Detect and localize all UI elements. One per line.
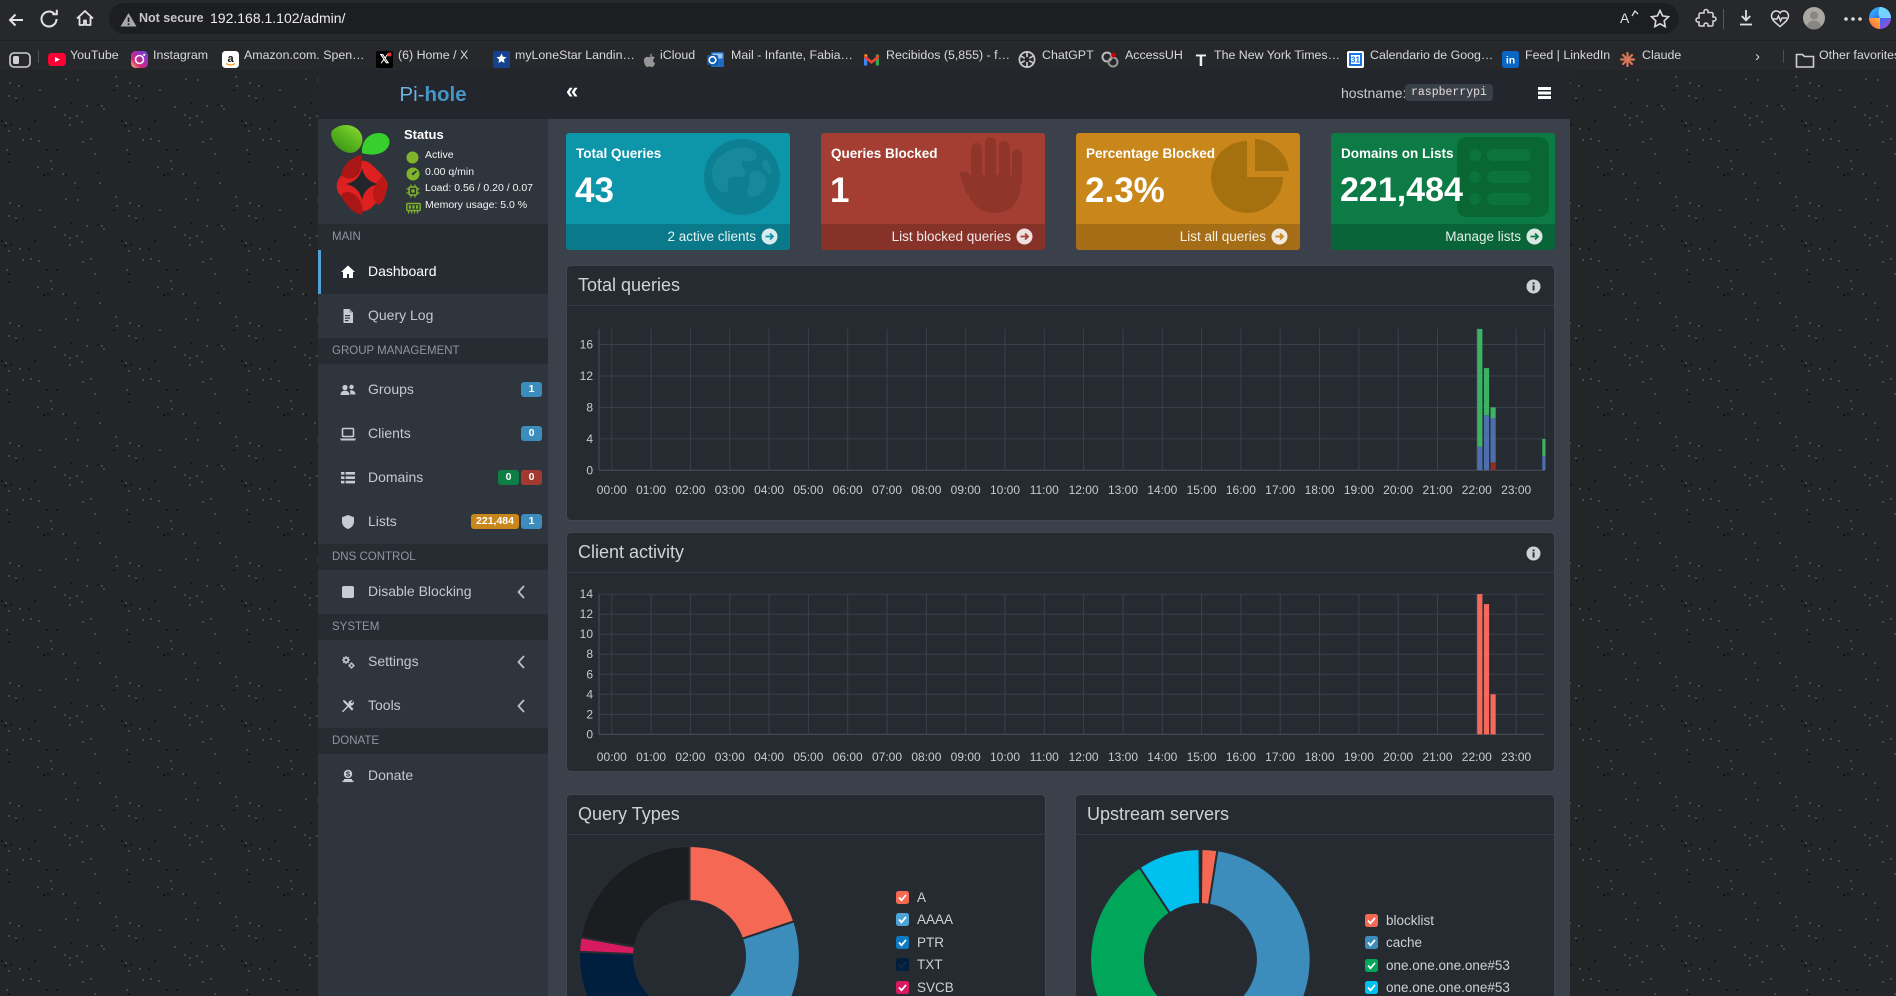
svg-text:06:00: 06:00 <box>833 750 863 764</box>
svg-text:12: 12 <box>580 607 594 621</box>
svg-text:13:00: 13:00 <box>1108 483 1138 497</box>
svg-text:09:00: 09:00 <box>951 483 981 497</box>
svg-text:01:00: 01:00 <box>636 750 666 764</box>
svg-text:09:00: 09:00 <box>951 750 981 764</box>
svg-text:20:00: 20:00 <box>1383 750 1413 764</box>
svg-text:12: 12 <box>580 369 594 383</box>
svg-text:17:00: 17:00 <box>1265 483 1295 497</box>
svg-text:02:00: 02:00 <box>675 483 705 497</box>
svg-text:8: 8 <box>586 647 593 661</box>
svg-text:10:00: 10:00 <box>990 483 1020 497</box>
svg-text:11:00: 11:00 <box>1030 483 1059 497</box>
svg-text:08:00: 08:00 <box>911 483 941 497</box>
svg-text:16:00: 16:00 <box>1226 483 1256 497</box>
svg-text:23:00: 23:00 <box>1501 483 1531 497</box>
svg-text:19:00: 19:00 <box>1344 483 1374 497</box>
svg-text:8: 8 <box>586 400 593 414</box>
svg-text:07:00: 07:00 <box>872 483 902 497</box>
svg-text:04:00: 04:00 <box>754 483 784 497</box>
svg-text:10: 10 <box>580 627 594 641</box>
svg-text:12:00: 12:00 <box>1069 750 1099 764</box>
svg-text:13:00: 13:00 <box>1108 750 1138 764</box>
svg-text:14: 14 <box>580 587 594 601</box>
svg-text:00:00: 00:00 <box>597 750 627 764</box>
svg-text:22:00: 22:00 <box>1462 483 1492 497</box>
svg-text:23:00: 23:00 <box>1501 750 1531 764</box>
svg-text:01:00: 01:00 <box>636 483 666 497</box>
svg-text:16:00: 16:00 <box>1226 750 1256 764</box>
svg-text:in: in <box>1506 55 1515 67</box>
svg-text:6: 6 <box>586 667 593 681</box>
svg-text:22:00: 22:00 <box>1462 750 1492 764</box>
svg-text:05:00: 05:00 <box>793 750 823 764</box>
svg-text:03:00: 03:00 <box>715 750 745 764</box>
svg-text:07:00: 07:00 <box>872 750 902 764</box>
svg-text:31: 31 <box>1351 56 1360 65</box>
svg-text:15:00: 15:00 <box>1187 483 1217 497</box>
svg-text:19:00: 19:00 <box>1344 750 1374 764</box>
svg-text:16: 16 <box>580 338 594 352</box>
svg-text:03:00: 03:00 <box>715 483 745 497</box>
svg-text:21:00: 21:00 <box>1422 483 1452 497</box>
svg-text:14:00: 14:00 <box>1147 483 1177 497</box>
svg-text:10:00: 10:00 <box>990 750 1020 764</box>
svg-text:T: T <box>1196 51 1207 70</box>
svg-text:00:00: 00:00 <box>597 483 627 497</box>
svg-text:20:00: 20:00 <box>1383 483 1413 497</box>
svg-text:0: 0 <box>586 463 593 477</box>
svg-text:21:00: 21:00 <box>1422 750 1452 764</box>
svg-text:04:00: 04:00 <box>754 750 784 764</box>
svg-text:17:00: 17:00 <box>1265 750 1295 764</box>
svg-text:14:00: 14:00 <box>1147 750 1177 764</box>
svg-text:05:00: 05:00 <box>793 483 823 497</box>
svg-text:4: 4 <box>586 432 593 446</box>
svg-text:a: a <box>227 53 234 65</box>
svg-text:06:00: 06:00 <box>833 483 863 497</box>
svg-text:15:00: 15:00 <box>1187 750 1217 764</box>
svg-text:18:00: 18:00 <box>1305 483 1335 497</box>
svg-text:4: 4 <box>586 687 593 701</box>
svg-text:2: 2 <box>586 707 593 721</box>
svg-text:18:00: 18:00 <box>1305 750 1335 764</box>
svg-text:0: 0 <box>586 727 593 741</box>
svg-text:11:00: 11:00 <box>1030 750 1059 764</box>
svg-text:08:00: 08:00 <box>911 750 941 764</box>
svg-text:12:00: 12:00 <box>1069 483 1099 497</box>
svg-text:02:00: 02:00 <box>675 750 705 764</box>
